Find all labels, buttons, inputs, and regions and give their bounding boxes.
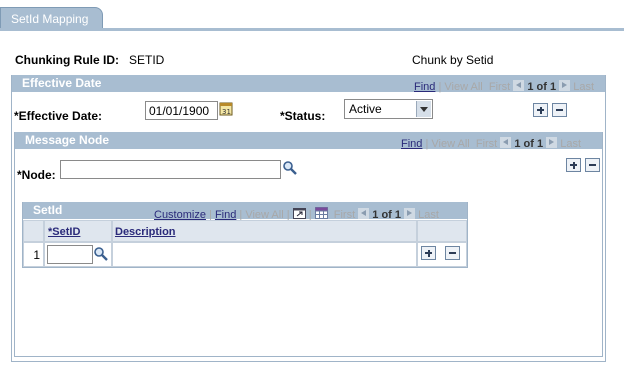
column-header-setid[interactable]: *SetID xyxy=(44,220,112,242)
status-select[interactable]: Active xyxy=(344,99,433,119)
svg-text:31: 31 xyxy=(222,108,231,116)
node-label: *Node: xyxy=(17,168,56,182)
chunking-rule-label: Chunking Rule ID: xyxy=(15,53,119,67)
column-header-description[interactable]: Description xyxy=(112,220,417,242)
last-link: Last xyxy=(573,81,595,93)
tab-setid-mapping[interactable]: SetId Mapping xyxy=(0,7,103,29)
lookup-icon[interactable] xyxy=(93,246,109,262)
node-input[interactable] xyxy=(60,160,281,179)
find-link[interactable]: Find xyxy=(414,81,435,93)
effective-date-title: Effective Date xyxy=(22,76,102,90)
download-icon[interactable] xyxy=(314,207,328,219)
add-row-icon[interactable] xyxy=(533,103,548,117)
chunking-rule-value: SETID xyxy=(129,53,165,67)
view-all-link: View All xyxy=(444,81,483,93)
next-arrow-icon xyxy=(546,137,558,148)
first-arrow-icon xyxy=(358,208,370,219)
first-arrow-icon xyxy=(500,137,512,148)
setid-input[interactable] xyxy=(47,245,93,264)
row-actions-header xyxy=(417,220,467,242)
tab-underline xyxy=(0,28,624,31)
first-link: First xyxy=(488,81,511,93)
row-count: 1 of 1 xyxy=(514,138,544,150)
first-arrow-icon xyxy=(513,80,525,91)
effective-date-label: *Effective Date: xyxy=(14,109,103,123)
delete-row-icon[interactable] xyxy=(585,158,600,172)
next-arrow-icon xyxy=(404,208,416,219)
row-number: 1 xyxy=(33,248,40,262)
status-value: Active xyxy=(349,102,382,116)
view-all-link: View All xyxy=(431,138,470,150)
column-header-setid-label: *SetID xyxy=(48,226,81,238)
add-row-icon[interactable] xyxy=(566,158,581,172)
status-label: *Status: xyxy=(280,109,326,123)
row-number-header xyxy=(23,220,44,242)
find-link[interactable]: Find xyxy=(401,138,422,150)
lookup-icon[interactable] xyxy=(282,160,298,176)
next-arrow-icon xyxy=(559,80,571,91)
effective-date-nav: Find | View All First 1 of 1 Last xyxy=(414,80,595,93)
calendar-icon[interactable]: 31 xyxy=(219,102,233,116)
row-count: 1 of 1 xyxy=(527,81,557,93)
add-row-icon[interactable] xyxy=(421,246,436,260)
setid-grid-title: SetId xyxy=(33,203,63,217)
delete-row-icon[interactable] xyxy=(445,246,460,260)
first-link: First xyxy=(475,138,498,150)
effective-date-input[interactable] xyxy=(145,101,218,120)
chunk-description: Chunk by Setid xyxy=(412,53,494,67)
chevron-down-icon[interactable] xyxy=(416,101,431,117)
last-link: Last xyxy=(560,138,582,150)
setid-grid-nav: Customize | Find | View All | | First 1 … xyxy=(154,207,439,221)
message-node-title: Message Node xyxy=(25,133,110,147)
zoom-icon[interactable] xyxy=(292,208,306,219)
table-row-description-cell xyxy=(112,242,417,267)
table-row-number: 1 xyxy=(23,242,44,267)
delete-row-icon[interactable] xyxy=(552,103,567,117)
message-node-nav: Find | View All First 1 of 1 Last xyxy=(401,137,582,150)
column-header-description-label: Description xyxy=(115,226,176,238)
